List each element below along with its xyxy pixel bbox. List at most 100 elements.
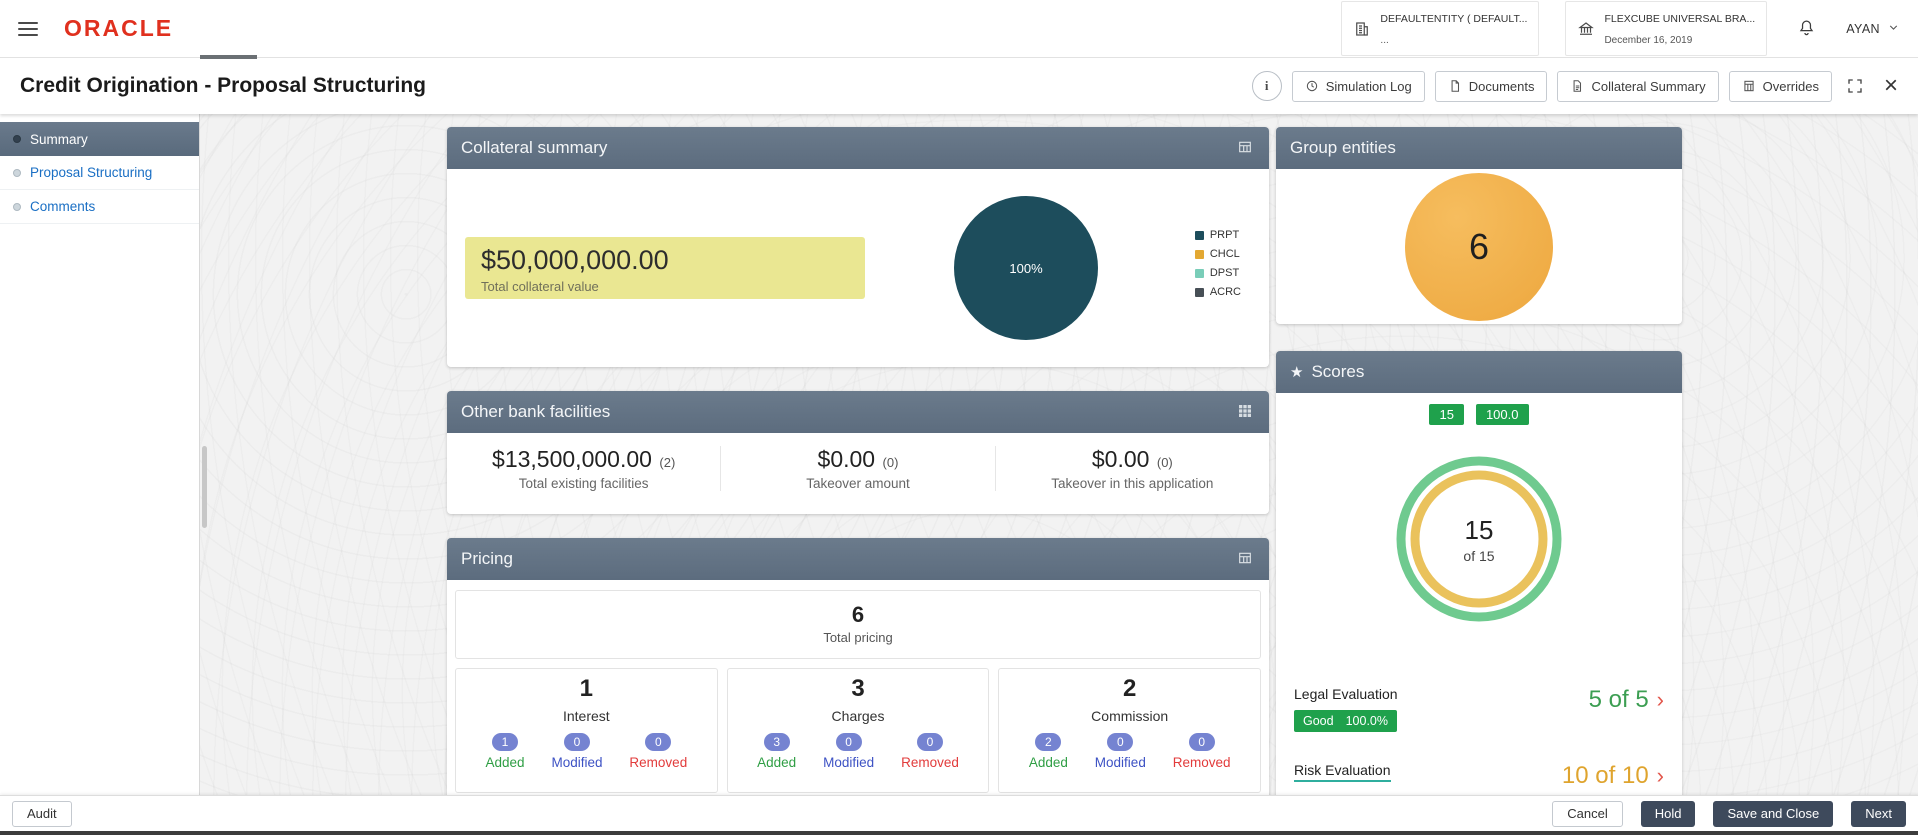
star-icon: ★ — [1290, 364, 1304, 381]
audit-button[interactable]: Audit — [12, 800, 72, 827]
table-view-icon[interactable] — [1235, 137, 1255, 160]
legal-score-link[interactable]: 5 of 5 › — [1589, 686, 1664, 714]
sidebar-item-label: Proposal Structuring — [30, 165, 153, 180]
chips-row: 1 Added 0 Modified 0 Removed — [456, 733, 717, 770]
score-badges: 15 100.0 — [1276, 404, 1682, 425]
scores-card: ★ Scores 15 100.0 15 of 15 Legal Evaluat… — [1276, 351, 1682, 831]
pricing-group-interest: 1 Interest 1 Added 0 Modified 0 Removed — [455, 668, 718, 793]
documents-button[interactable]: Documents — [1434, 70, 1548, 102]
overrides-button[interactable]: Overrides — [1728, 70, 1832, 102]
chips-row: 3 Added 0 Modified 0 Removed — [728, 733, 989, 770]
stat-value: $0.00 — [817, 446, 876, 472]
removed-chip-group: 0 Removed — [1173, 733, 1231, 770]
legal-percent-text: 100.0% — [1345, 714, 1388, 728]
bank-icon — [1577, 20, 1595, 38]
legal-status-text: Good — [1303, 714, 1334, 728]
modified-chip-group: 0 Modified — [1095, 733, 1146, 770]
other-bank-body: $13,500,000.00 (2) Total existing facili… — [447, 433, 1269, 503]
table-view-icon[interactable] — [1235, 548, 1255, 571]
other-bank-card-header: Other bank facilities — [447, 391, 1269, 433]
legal-evaluation-label: Legal Evaluation — [1294, 686, 1398, 702]
sidebar-item-summary[interactable]: Summary — [0, 122, 199, 156]
removed-chip-group: 0 Removed — [629, 733, 687, 770]
documents-label: Documents — [1468, 78, 1535, 94]
group-count: 2 — [1123, 675, 1137, 702]
footer-bar: Audit Cancel Hold Save and Close Next — [0, 795, 1918, 831]
added-label: Added — [1028, 755, 1068, 770]
stat-total-existing-facilities: $13,500,000.00 (2) Total existing facili… — [447, 446, 722, 491]
legal-score-value: 5 of 5 — [1588, 686, 1649, 713]
info-icon: i — [1264, 78, 1269, 93]
risk-score-link[interactable]: 10 of 10 › — [1562, 762, 1664, 790]
entity-selector[interactable]: DEFAULTENTITY ( DEFAULT... ... — [1341, 0, 1540, 57]
pricing-group-commission: 2 Commission 2 Added 0 Modified 0 Remove… — [998, 668, 1262, 793]
tab-indicator — [200, 55, 257, 59]
chevron-right-icon: › — [1656, 687, 1664, 712]
expand-button[interactable] — [1842, 73, 1868, 99]
donut-score-sub: of 15 — [1463, 547, 1495, 564]
simulation-log-button[interactable]: Simulation Log — [1291, 70, 1425, 102]
topbar-right-cluster: DEFAULTENTITY ( DEFAULT... ... FLEXCUBE … — [1341, 0, 1900, 57]
modified-label: Modified — [823, 755, 875, 770]
collateral-summary-body: $50,000,000.00 Total collateral value 10… — [447, 169, 1269, 367]
info-button[interactable]: i — [1251, 71, 1282, 101]
stat-value: $0.00 — [1091, 446, 1150, 472]
next-button[interactable]: Next — [1851, 800, 1906, 827]
group-label: Interest — [562, 708, 610, 724]
page-title: Credit Origination - Proposal Structurin… — [20, 74, 427, 97]
collateral-pie-chart: 100% — [954, 196, 1098, 340]
pricing-group-charges: 3 Charges 3 Added 0 Modified 0 Removed — [726, 668, 990, 793]
removed-label: Removed — [901, 755, 959, 770]
modified-count-chip: 0 — [563, 733, 590, 751]
legal-evaluation-left: Legal Evaluation Good 100.0% — [1294, 686, 1398, 732]
user-menu[interactable]: AYAN — [1846, 21, 1900, 37]
main-column: Collateral summary $50,000,000.00 Total … — [447, 127, 1269, 805]
total-pricing-label: Total pricing — [823, 630, 893, 645]
donut-center: 15 of 15 — [1394, 454, 1564, 624]
group-entities-card: Group entities 6 — [1276, 127, 1682, 324]
notifications-button[interactable] — [1793, 14, 1820, 44]
legend-color-swatch — [1194, 287, 1204, 297]
added-chip-group: 3 Added — [757, 733, 796, 770]
removed-label: Removed — [1172, 755, 1231, 770]
right-column: Group entities 6 ★ Scores 15 100.0 15 of… — [1276, 127, 1682, 831]
collateral-summary-card: Collateral summary $50,000,000.00 Total … — [447, 127, 1269, 367]
grid-view-icon[interactable] — [1235, 401, 1255, 424]
donut-score-value: 15 — [1464, 514, 1494, 545]
save-and-close-button[interactable]: Save and Close — [1713, 800, 1834, 827]
removed-count-chip: 0 — [645, 733, 672, 751]
sidebar-item-comments[interactable]: Comments — [0, 190, 199, 224]
sidebar-item-proposal-structuring[interactable]: Proposal Structuring — [0, 156, 199, 190]
document-lines-icon — [1570, 79, 1584, 93]
entity-label: DEFAULTENTITY ( DEFAULT... — [1380, 12, 1528, 25]
group-entities-bubble: 6 — [1405, 172, 1553, 321]
pricing-body: 6 Total pricing 1 Interest 1 Added 0 Mod… — [447, 580, 1269, 805]
legend-item: PRPT — [1194, 229, 1241, 241]
legend-label: DPST — [1209, 267, 1240, 279]
scrollbar[interactable] — [202, 446, 207, 528]
added-chip-group: 2 Added — [1029, 733, 1068, 770]
page-body: Summary Proposal Structuring Comments Co… — [0, 114, 1918, 835]
added-count-chip: 1 — [491, 733, 518, 751]
close-button[interactable]: × — [1878, 74, 1904, 98]
pricing-card-header: Pricing — [447, 538, 1269, 580]
legend-color-swatch — [1194, 230, 1204, 240]
hamburger-menu-icon[interactable] — [18, 21, 38, 36]
entity-sub: ... — [1380, 34, 1389, 46]
collateral-summary-button[interactable]: Collateral Summary — [1557, 70, 1719, 102]
sidebar-item-label: Comments — [30, 199, 96, 214]
added-count-chip: 2 — [1035, 733, 1062, 751]
cancel-button[interactable]: Cancel — [1552, 800, 1623, 827]
modified-chip-group: 0 Modified — [551, 733, 602, 770]
pricing-groups: 1 Interest 1 Added 0 Modified 0 Removed … — [455, 668, 1262, 793]
branch-selector[interactable]: FLEXCUBE UNIVERSAL BRA... December 16, 2… — [1565, 0, 1768, 57]
collateral-legend: PRPT CHCL DPST ACRC — [1194, 229, 1241, 305]
legend-color-swatch — [1194, 268, 1204, 278]
added-label: Added — [757, 755, 797, 770]
hold-button[interactable]: Hold — [1640, 800, 1696, 827]
entity-building-icon — [1353, 20, 1371, 38]
added-label: Added — [485, 755, 525, 770]
score-badge: 15 — [1429, 404, 1464, 425]
oracle-logo: ORACLE — [64, 15, 174, 41]
removed-count-chip: 0 — [1188, 733, 1215, 751]
